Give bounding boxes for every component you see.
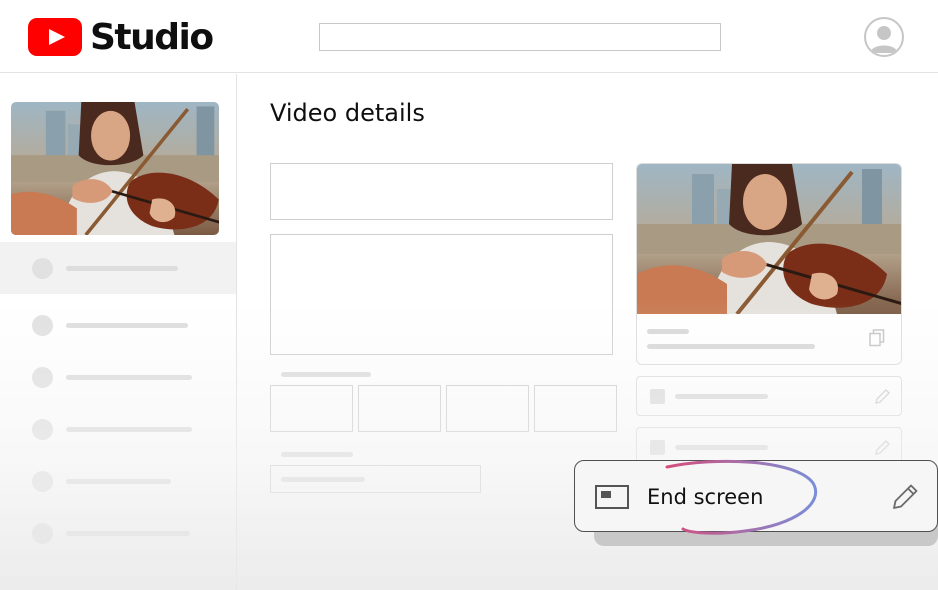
option-box[interactable] <box>270 385 353 432</box>
sidebar-item-label <box>66 427 192 432</box>
video-link <box>647 344 815 349</box>
row-icon <box>650 389 665 404</box>
sidebar-item-label <box>66 479 171 484</box>
sidebar-item[interactable] <box>0 455 236 507</box>
video-preview-card <box>636 163 902 365</box>
sidebar-item-icon <box>32 315 53 336</box>
dropdown-value <box>281 477 365 482</box>
row-label <box>675 445 768 450</box>
account-icon[interactable] <box>864 17 904 57</box>
studio-logo[interactable]: Studio <box>28 16 214 58</box>
video-thumbnail[interactable] <box>11 102 219 235</box>
pencil-icon[interactable] <box>889 481 921 513</box>
sidebar-item-icon <box>32 471 53 492</box>
sidebar-item-label <box>66 323 188 328</box>
sidebar-item-label <box>66 375 192 380</box>
row-label <box>675 394 768 399</box>
youtube-play-icon <box>28 18 82 56</box>
sidebar-item[interactable] <box>0 403 236 455</box>
sidebar-item-icon <box>32 258 53 279</box>
end-screen-label: End screen <box>647 485 764 509</box>
sidebar-item[interactable] <box>0 299 236 351</box>
top-bar: Studio <box>0 0 938 73</box>
description-field[interactable] <box>270 234 613 355</box>
pencil-icon[interactable] <box>873 388 891 406</box>
sidebar-item-icon <box>32 523 53 544</box>
option-box[interactable] <box>446 385 529 432</box>
pencil-icon[interactable] <box>873 439 891 457</box>
section-label <box>281 452 353 457</box>
sidebar-item[interactable] <box>0 242 236 294</box>
brand-name: Studio <box>90 16 214 58</box>
link-label <box>647 329 689 334</box>
subtitles-row[interactable] <box>636 376 902 416</box>
search-input[interactable] <box>319 23 721 51</box>
end-screen-row[interactable]: End screen <box>574 460 938 532</box>
dropdown-field[interactable] <box>270 465 481 493</box>
option-box[interactable] <box>534 385 617 432</box>
video-preview[interactable] <box>637 164 902 314</box>
sidebar <box>0 74 237 590</box>
sidebar-item[interactable] <box>0 351 236 403</box>
sidebar-item-icon <box>32 419 53 440</box>
copy-icon[interactable] <box>869 329 885 347</box>
section-label <box>281 372 371 377</box>
option-box[interactable] <box>358 385 441 432</box>
row-icon <box>650 440 665 455</box>
page-title: Video details <box>270 99 425 127</box>
sidebar-item-icon <box>32 367 53 388</box>
sidebar-item-label <box>66 531 190 536</box>
sidebar-item-label <box>66 266 178 271</box>
sidebar-item[interactable] <box>0 507 236 559</box>
title-field[interactable] <box>270 163 613 220</box>
end-screen-icon <box>595 485 629 509</box>
